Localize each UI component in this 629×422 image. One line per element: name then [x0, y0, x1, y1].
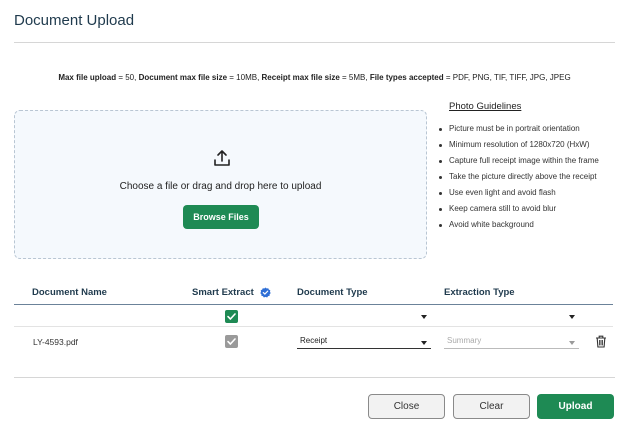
file-types-label: File types accepted — [369, 73, 444, 82]
guideline-item: Keep camera still to avoid blur — [437, 203, 617, 215]
guideline-item: Use even light and avoid flash — [437, 187, 617, 199]
clear-button[interactable]: Clear — [453, 394, 530, 419]
max-file-upload-label: Max file upload — [58, 73, 117, 82]
upload-icon — [214, 150, 230, 166]
table-header-divider — [14, 304, 613, 305]
column-header-document-type: Document Type — [297, 287, 368, 298]
guideline-item: Picture must be in portrait orientation — [437, 123, 617, 135]
dropzone-text: Choose a file or drag and drop here to u… — [119, 181, 322, 192]
document-name: LY-4593.pdf — [33, 337, 78, 347]
info-icon[interactable] — [260, 287, 272, 298]
smart-extract-label: Smart Extract — [192, 287, 254, 299]
upload-button[interactable]: Upload — [537, 394, 614, 419]
guideline-item: Capture full receipt image within the fr… — [437, 155, 617, 167]
guideline-item: Avoid white background — [437, 219, 617, 231]
file-types-value: = PDF, PNG, TIF, TIFF, JPG, JPEG — [443, 73, 571, 82]
dialog-title: Document Upload — [14, 12, 135, 29]
chevron-down-icon — [421, 315, 427, 319]
column-header-document-name: Document Name — [32, 287, 107, 298]
chevron-down-icon — [421, 341, 427, 345]
bulk-extraction-type-select[interactable] — [444, 309, 579, 323]
checkmark-icon — [227, 313, 236, 320]
chevron-down-icon — [569, 341, 575, 345]
column-header-smart-extract: Smart Extract — [192, 287, 272, 299]
max-file-upload-value: = 50, — [116, 73, 139, 82]
photo-guidelines: Photo Guidelines Picture must be in port… — [437, 101, 617, 235]
bulk-document-type-select[interactable] — [297, 309, 429, 323]
row-divider — [14, 326, 613, 327]
column-header-extraction-type: Extraction Type — [444, 287, 515, 298]
checkmark-icon — [227, 338, 236, 345]
close-button[interactable]: Close — [368, 394, 445, 419]
trash-icon[interactable] — [595, 335, 607, 348]
smart-extract-checkbox[interactable] — [225, 335, 238, 348]
document-type-select[interactable]: Receipt — [297, 335, 431, 349]
chevron-down-icon — [569, 315, 575, 319]
browse-files-button[interactable]: Browse Files — [183, 205, 259, 229]
title-divider — [14, 42, 615, 43]
doc-max-size-label: Document max file size — [138, 73, 228, 82]
doc-max-size-value: = 10MB, — [227, 73, 262, 82]
upload-limits: Max file upload = 50, Document max file … — [0, 73, 629, 82]
guidelines-title: Photo Guidelines — [449, 101, 522, 112]
footer-divider — [14, 377, 615, 378]
receipt-max-size-value: = 5MB, — [339, 73, 370, 82]
file-dropzone[interactable]: Choose a file or drag and drop here to u… — [14, 110, 427, 259]
receipt-max-size-label: Receipt max file size — [261, 73, 340, 82]
guideline-item: Minimum resolution of 1280x720 (HxW) — [437, 139, 617, 151]
extraction-type-select[interactable]: Summary — [444, 335, 579, 349]
guideline-item: Take the picture directly above the rece… — [437, 171, 617, 183]
bulk-smart-extract-checkbox[interactable] — [225, 310, 238, 323]
guidelines-list: Picture must be in portrait orientation … — [437, 123, 617, 231]
